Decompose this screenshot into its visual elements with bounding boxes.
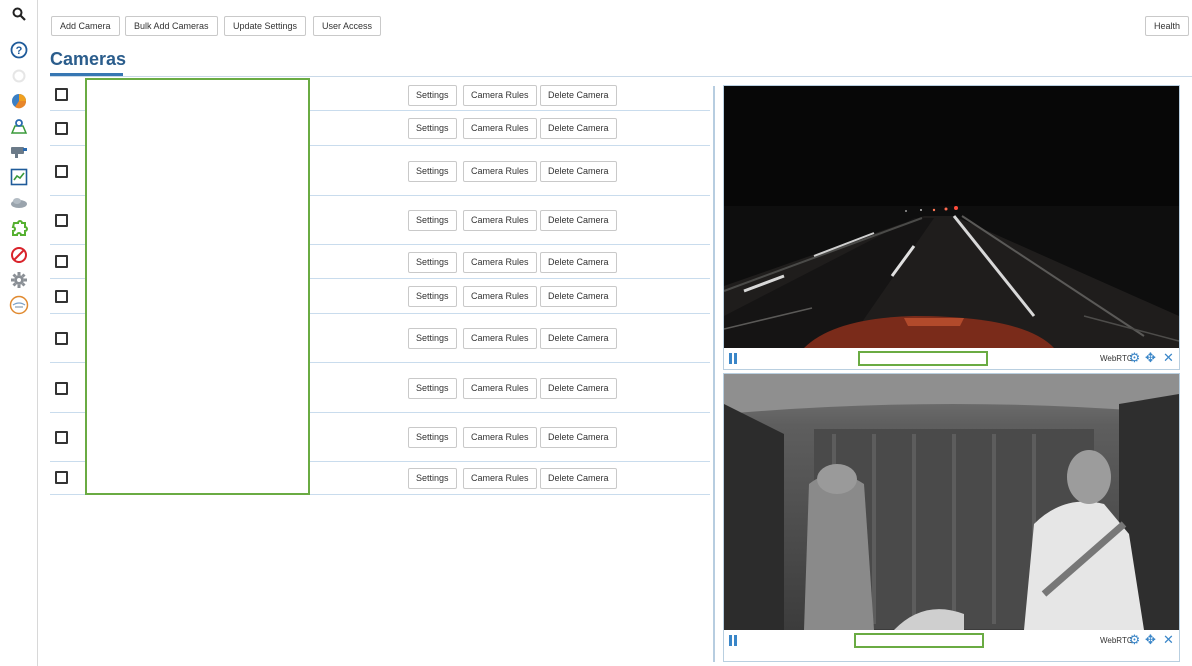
user-access-button[interactable]: User Access — [313, 16, 382, 36]
camera-rules-button[interactable]: Camera Rules — [463, 85, 537, 106]
svg-text:?: ? — [16, 45, 23, 57]
row-checkbox[interactable] — [55, 290, 68, 303]
camera-names-redacted — [85, 78, 310, 495]
settings-button[interactable]: Settings — [408, 427, 457, 448]
camera-rules-button[interactable]: Camera Rules — [463, 161, 537, 182]
delete-camera-button[interactable]: Delete Camera — [540, 427, 617, 448]
camera-rules-button[interactable]: Camera Rules — [463, 210, 537, 231]
settings-button[interactable]: Settings — [408, 118, 457, 139]
row-checkbox[interactable] — [55, 88, 68, 101]
delete-camera-button[interactable]: Delete Camera — [540, 468, 617, 489]
player-control-bar: WebRTC ⚙ ✥ ✕ — [724, 630, 1179, 651]
camera-rules-button[interactable]: Camera Rules — [463, 427, 537, 448]
move-icon[interactable]: ✥ — [1144, 633, 1157, 646]
move-icon[interactable]: ✥ — [1144, 351, 1157, 364]
camera-label-redacted — [854, 633, 984, 648]
health-button[interactable]: Health — [1145, 16, 1190, 36]
settings-button[interactable]: Settings — [408, 328, 457, 349]
camera-icon[interactable] — [9, 141, 29, 161]
gear-icon[interactable]: ⚙ — [1128, 633, 1141, 646]
camera-rules-button[interactable]: Camera Rules — [463, 286, 537, 307]
row-checkbox[interactable] — [55, 332, 68, 345]
trend-chart-icon[interactable] — [9, 167, 29, 187]
delete-camera-button[interactable]: Delete Camera — [540, 328, 617, 349]
logo-badge-icon[interactable] — [9, 295, 29, 315]
video-player-road: WebRTC ⚙ ✥ ✕ — [723, 85, 1180, 370]
map-pin-icon[interactable] — [9, 116, 29, 136]
row-checkbox[interactable] — [55, 214, 68, 227]
search-icon[interactable] — [9, 4, 29, 24]
add-camera-button[interactable]: Add Camera — [51, 16, 120, 36]
row-checkbox[interactable] — [55, 255, 68, 268]
sidebar-nav: ? — [0, 0, 38, 666]
delete-camera-button[interactable]: Delete Camera — [540, 378, 617, 399]
gear-icon[interactable] — [9, 270, 29, 290]
row-checkbox[interactable] — [55, 471, 68, 484]
row-checkbox[interactable] — [55, 122, 68, 135]
camera-label-redacted — [858, 351, 988, 366]
gear-icon[interactable]: ⚙ — [1128, 351, 1141, 364]
settings-button[interactable]: Settings — [408, 85, 457, 106]
close-icon[interactable]: ✕ — [1162, 633, 1175, 646]
row-checkbox[interactable] — [55, 165, 68, 178]
pane-splitter[interactable] — [713, 86, 715, 662]
settings-button[interactable]: Settings — [408, 378, 457, 399]
row-checkbox[interactable] — [55, 431, 68, 444]
cloud-icon[interactable] — [9, 193, 29, 213]
loading-spinner-icon — [9, 66, 29, 86]
road-camera-feed — [724, 86, 1179, 348]
settings-button[interactable]: Settings — [408, 210, 457, 231]
top-toolbar: Add Camera Bulk Add Cameras Update Setti… — [39, 0, 1192, 40]
pause-icon[interactable] — [728, 635, 738, 646]
delete-camera-button[interactable]: Delete Camera — [540, 85, 617, 106]
camera-rules-button[interactable]: Camera Rules — [463, 468, 537, 489]
pause-icon[interactable] — [728, 353, 738, 364]
puzzle-icon[interactable] — [9, 219, 29, 239]
title-divider — [50, 76, 1192, 77]
camera-rules-button[interactable]: Camera Rules — [463, 328, 537, 349]
camera-rules-button[interactable]: Camera Rules — [463, 118, 537, 139]
pie-chart-icon[interactable] — [9, 91, 29, 111]
settings-button[interactable]: Settings — [408, 161, 457, 182]
camera-rules-button[interactable]: Camera Rules — [463, 252, 537, 273]
video-player-cabin: WebRTC ⚙ ✥ ✕ — [723, 373, 1180, 662]
settings-button[interactable]: Settings — [408, 468, 457, 489]
delete-camera-button[interactable]: Delete Camera — [540, 161, 617, 182]
delete-camera-button[interactable]: Delete Camera — [540, 252, 617, 273]
settings-button[interactable]: Settings — [408, 252, 457, 273]
delete-camera-button[interactable]: Delete Camera — [540, 118, 617, 139]
player-control-bar: WebRTC ⚙ ✥ ✕ — [724, 348, 1179, 369]
delete-camera-button[interactable]: Delete Camera — [540, 286, 617, 307]
help-icon[interactable]: ? — [9, 40, 29, 60]
delete-camera-button[interactable]: Delete Camera — [540, 210, 617, 231]
page-title: Cameras — [50, 49, 127, 69]
settings-button[interactable]: Settings — [408, 286, 457, 307]
bulk-add-cameras-button[interactable]: Bulk Add Cameras — [125, 16, 218, 36]
cabin-camera-feed — [724, 374, 1179, 630]
blocked-icon[interactable] — [9, 245, 29, 265]
row-checkbox[interactable] — [55, 382, 68, 395]
close-icon[interactable]: ✕ — [1162, 351, 1175, 364]
update-settings-button[interactable]: Update Settings — [224, 16, 307, 36]
camera-rules-button[interactable]: Camera Rules — [463, 378, 537, 399]
